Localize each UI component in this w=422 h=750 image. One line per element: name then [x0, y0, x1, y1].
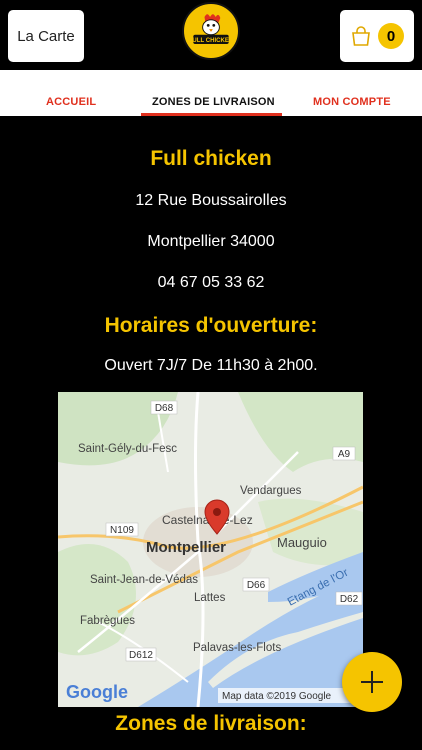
map-attribution: Map data ©2019 Google [222, 691, 332, 702]
hours-title: Horaires d'ouverture: [104, 314, 318, 337]
map-label-fabregues: Fabrègues [80, 615, 135, 627]
map-label-vendargues: Vendargues [240, 485, 302, 497]
plus-icon [361, 671, 383, 693]
map-label-d68: D68 [155, 403, 174, 414]
main-nav: ACCUEIL ZONES DE LIVRAISON MON COMPTE [0, 70, 422, 116]
add-fab-button[interactable] [342, 652, 402, 712]
map-label-d62: D62 [340, 594, 359, 605]
map-label-n109: N109 [110, 525, 134, 536]
delivery-map[interactable]: D68 Saint-Gély-du-Fesc A9 Vendargues Cas… [58, 392, 363, 707]
map-label-d66: D66 [247, 580, 266, 591]
cart-button[interactable]: 0 [340, 10, 414, 62]
tab-accueil[interactable]: ACCUEIL [46, 96, 96, 108]
logo-text: FULL CHICKEN [189, 38, 234, 44]
google-logo: Google [66, 682, 128, 702]
map-label-mauguio: Mauguio [277, 535, 327, 550]
map-label-saint-jean: Saint-Jean-de-Védas [90, 574, 198, 586]
tab-zones-de-livraison[interactable]: ZONES DE LIVRAISON [152, 96, 275, 108]
shopping-bag-icon [352, 26, 370, 46]
map-label-montpellier: Montpellier [146, 539, 226, 556]
zones-title: Zones de livraison: [115, 712, 307, 735]
map-label-a9: A9 [338, 449, 351, 460]
address-line: 12 Rue Boussairolles [135, 192, 287, 209]
cart-count-badge: 0 [378, 23, 404, 49]
map-label-d612: D612 [129, 650, 153, 661]
map-label-palavas: Palavas-les-Flots [193, 642, 281, 654]
hours-text: Ouvert 7J/7 De 11h30 à 2h00. [104, 357, 318, 374]
phone-number[interactable]: 04 67 05 33 62 [0, 274, 422, 292]
restaurant-name: Full chicken [150, 147, 272, 170]
map-graphic: D68 Saint-Gély-du-Fesc A9 Vendargues Cas… [58, 392, 363, 707]
tab-mon-compte[interactable]: MON COMPTE [313, 96, 391, 108]
chicken-logo-icon: FULL CHICKEN [185, 5, 237, 57]
brand-logo[interactable]: FULL CHICKEN [182, 2, 240, 60]
la-carte-button[interactable]: La Carte [8, 10, 84, 62]
map-label-saint-gely: Saint-Gély-du-Fesc [78, 443, 177, 455]
top-bar: La Carte FULL CHICKEN 0 [0, 0, 422, 70]
map-label-lattes: Lattes [194, 592, 226, 604]
city-line: Montpellier 34000 [147, 233, 275, 250]
